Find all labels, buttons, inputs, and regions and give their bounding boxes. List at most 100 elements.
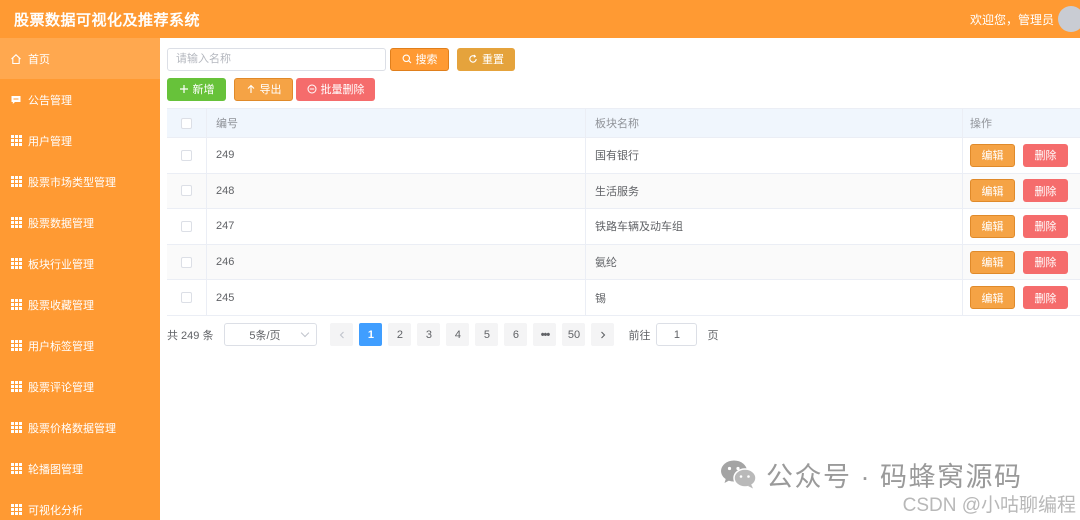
chevron-right-icon bbox=[601, 331, 606, 339]
search-bar: 搜索 重置 bbox=[167, 47, 1080, 71]
pagination: 共 249 条 5条/页 1 2 3 4 5 6 ••• 50 前往 页 bbox=[167, 323, 1080, 347]
column-header-actions: 操作 bbox=[970, 118, 992, 130]
page-size-value: 5条/页 bbox=[249, 329, 281, 342]
cell-name: 国有银行 bbox=[586, 138, 963, 173]
watermark: 公众号 · 码蜂窝源码 bbox=[720, 455, 1023, 494]
edit-button[interactable]: 编辑 bbox=[970, 214, 1015, 238]
row-checkbox[interactable] bbox=[181, 220, 192, 232]
sidebar-item-label: 板块行业管理 bbox=[28, 258, 94, 271]
column-header-name: 板块名称 bbox=[586, 109, 963, 137]
page-button-4[interactable]: 4 bbox=[446, 323, 470, 347]
header-checkbox-cell bbox=[167, 109, 207, 137]
table-row: 246 氨纶 编辑 删除 bbox=[167, 244, 1080, 281]
goto-page-input[interactable] bbox=[656, 323, 698, 347]
data-table: 编号 板块名称 操作 249 国有银行 编辑 删除 248 生活服务 编辑 删除… bbox=[167, 108, 1080, 316]
cell-actions: 编辑 删除 bbox=[963, 280, 1080, 315]
page-button-3[interactable]: 3 bbox=[417, 323, 441, 347]
page-button-2[interactable]: 2 bbox=[388, 323, 412, 347]
add-button[interactable]: 新增 bbox=[167, 77, 226, 101]
sidebar-item-user-tags[interactable]: 用户标签管理 bbox=[0, 325, 160, 366]
watermark-text: 公众号 · 码蜂窝源码 bbox=[766, 462, 1023, 492]
grid-icon bbox=[10, 298, 22, 311]
table-row: 247 铁路车辆及动车组 编辑 删除 bbox=[167, 209, 1080, 245]
grid-icon bbox=[10, 175, 22, 188]
page-button-50[interactable]: 50 bbox=[562, 323, 586, 347]
table-row: 249 国有银行 编辑 删除 bbox=[167, 138, 1080, 174]
delete-button[interactable]: 删除 bbox=[1023, 143, 1068, 167]
wechat-icon bbox=[720, 459, 758, 491]
delete-button[interactable]: 删除 bbox=[1023, 250, 1068, 274]
grid-icon bbox=[10, 216, 22, 229]
top-header: 股票数据可视化及推荐系统 欢迎您，管理员 bbox=[0, 0, 1080, 38]
edit-button[interactable]: 编辑 bbox=[970, 179, 1015, 203]
grid-icon bbox=[10, 380, 22, 393]
cell-id: 249 bbox=[207, 138, 586, 173]
cell-id: 247 bbox=[207, 209, 586, 244]
edit-button[interactable]: 编辑 bbox=[970, 250, 1015, 274]
page-size-select[interactable]: 5条/页 bbox=[224, 323, 318, 347]
grid-icon bbox=[10, 134, 22, 147]
cell-actions: 编辑 删除 bbox=[963, 138, 1080, 173]
sidebar-item-price-data[interactable]: 股票价格数据管理 bbox=[0, 407, 160, 448]
sidebar-item-sectors[interactable]: 板块行业管理 bbox=[0, 243, 160, 284]
action-bar: 新增 导出 批量删除 bbox=[167, 77, 1080, 101]
avatar[interactable] bbox=[1058, 6, 1080, 32]
sidebar-item-home[interactable]: 首页 bbox=[0, 38, 160, 79]
page-button-6[interactable]: 6 bbox=[504, 323, 528, 347]
delete-button[interactable]: 删除 bbox=[1023, 214, 1068, 238]
export-button[interactable]: 导出 bbox=[234, 77, 293, 101]
csdn-watermark: CSDN @小咕聊编程 bbox=[902, 495, 1076, 516]
table-header-row: 编号 板块名称 操作 bbox=[167, 109, 1080, 138]
edit-button[interactable]: 编辑 bbox=[970, 143, 1015, 167]
cell-id: 246 bbox=[207, 244, 586, 280]
reset-button[interactable]: 重置 bbox=[457, 47, 515, 71]
sidebar-item-label: 股票价格数据管理 bbox=[28, 422, 116, 435]
sidebar-item-comments[interactable]: 股票评论管理 bbox=[0, 366, 160, 407]
grid-icon bbox=[10, 503, 22, 516]
welcome-text: 欢迎您，管理员 bbox=[969, 12, 1054, 27]
cell-name: 铁路车辆及动车组 bbox=[586, 209, 963, 244]
delete-button[interactable]: 删除 bbox=[1023, 286, 1068, 310]
row-checkbox[interactable] bbox=[181, 256, 192, 268]
edit-button[interactable]: 编辑 bbox=[970, 286, 1015, 310]
row-checkbox-cell bbox=[167, 280, 207, 315]
message-icon bbox=[10, 94, 22, 106]
grid-icon bbox=[10, 257, 22, 270]
row-checkbox[interactable] bbox=[181, 149, 192, 161]
next-page-button[interactable] bbox=[591, 323, 615, 347]
batch-delete-button[interactable]: 批量删除 bbox=[296, 77, 375, 101]
header-user-area: 欢迎您，管理员 bbox=[970, 0, 1080, 38]
cell-id: 245 bbox=[207, 280, 586, 315]
grid-icon bbox=[10, 462, 22, 475]
search-input[interactable] bbox=[167, 47, 386, 71]
grid-icon bbox=[10, 339, 22, 352]
select-all-checkbox[interactable] bbox=[181, 117, 192, 129]
sidebar-item-favorites[interactable]: 股票收藏管理 bbox=[0, 284, 160, 325]
sidebar-item-visualization[interactable]: 可视化分析 bbox=[0, 489, 160, 520]
prev-page-button[interactable] bbox=[330, 323, 354, 347]
batch-delete-button-label: 批量删除 bbox=[320, 84, 365, 96]
sidebar-item-label: 股票评论管理 bbox=[28, 381, 94, 394]
sidebar-item-users[interactable]: 用户管理 bbox=[0, 120, 160, 161]
cell-name: 锡 bbox=[586, 280, 963, 315]
more-pages-button[interactable]: ••• bbox=[533, 323, 557, 347]
sidebar-item-market-types[interactable]: 股票市场类型管理 bbox=[0, 161, 160, 202]
app-title: 股票数据可视化及推荐系统 bbox=[14, 11, 201, 29]
delete-button[interactable]: 删除 bbox=[1023, 179, 1068, 203]
search-button[interactable]: 搜索 bbox=[390, 47, 449, 71]
sidebar-item-label: 用户标签管理 bbox=[28, 340, 94, 353]
sidebar-item-label: 用户管理 bbox=[28, 135, 72, 148]
sidebar-item-carousel[interactable]: 轮播图管理 bbox=[0, 448, 160, 489]
sidebar-item-notice[interactable]: 公告管理 bbox=[0, 79, 160, 120]
row-checkbox-cell bbox=[167, 173, 207, 209]
sidebar-item-label: 公告管理 bbox=[28, 94, 72, 107]
row-checkbox-cell bbox=[167, 209, 207, 244]
row-checkbox[interactable] bbox=[181, 185, 192, 197]
sidebar-item-label: 股票数据管理 bbox=[28, 217, 94, 230]
page-button-5[interactable]: 5 bbox=[475, 323, 499, 347]
minus-circle-icon bbox=[307, 84, 317, 94]
page-button-1[interactable]: 1 bbox=[359, 323, 383, 347]
row-checkbox[interactable] bbox=[181, 292, 192, 304]
cell-id: 248 bbox=[207, 173, 586, 209]
sidebar-item-stock-data[interactable]: 股票数据管理 bbox=[0, 202, 160, 243]
